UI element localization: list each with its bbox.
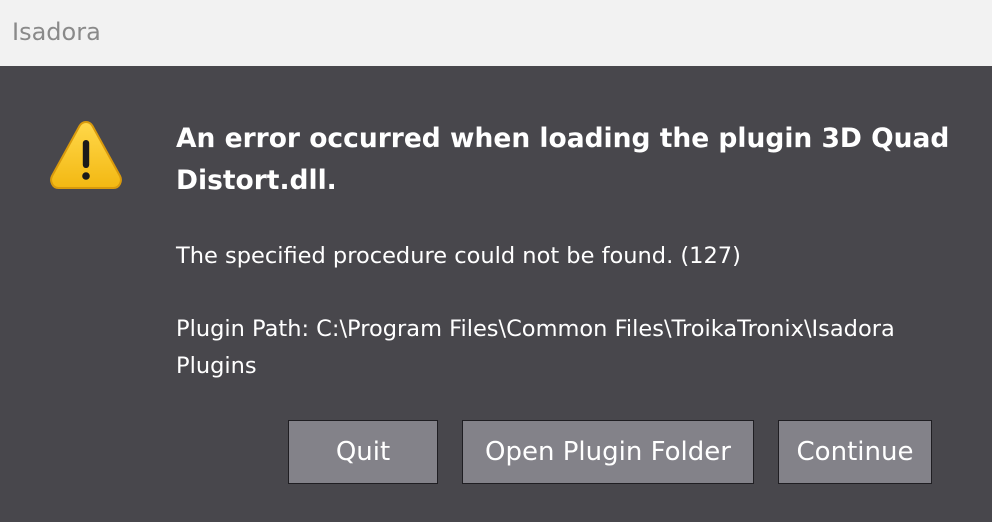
plugin-path-text: Plugin Path: C:\Program Files\Common Fil… <box>176 316 895 379</box>
continue-button[interactable]: Continue <box>778 420 932 484</box>
error-dialog-window: Isadora An error occurred when loading t… <box>0 0 992 522</box>
open-plugin-folder-button[interactable]: Open Plugin Folder <box>462 420 754 484</box>
title-bar[interactable]: Isadora <box>0 0 992 66</box>
warning-icon <box>48 118 124 192</box>
error-heading: An error occurred when loading the plugi… <box>176 123 950 196</box>
warning-icon-graphic <box>50 120 122 189</box>
dialog-content: An error occurred when loading the plugi… <box>176 118 966 379</box>
window-title: Isadora <box>12 18 101 46</box>
error-message: The specified procedure could not be fou… <box>176 243 741 269</box>
quit-button[interactable]: Quit <box>288 420 438 484</box>
